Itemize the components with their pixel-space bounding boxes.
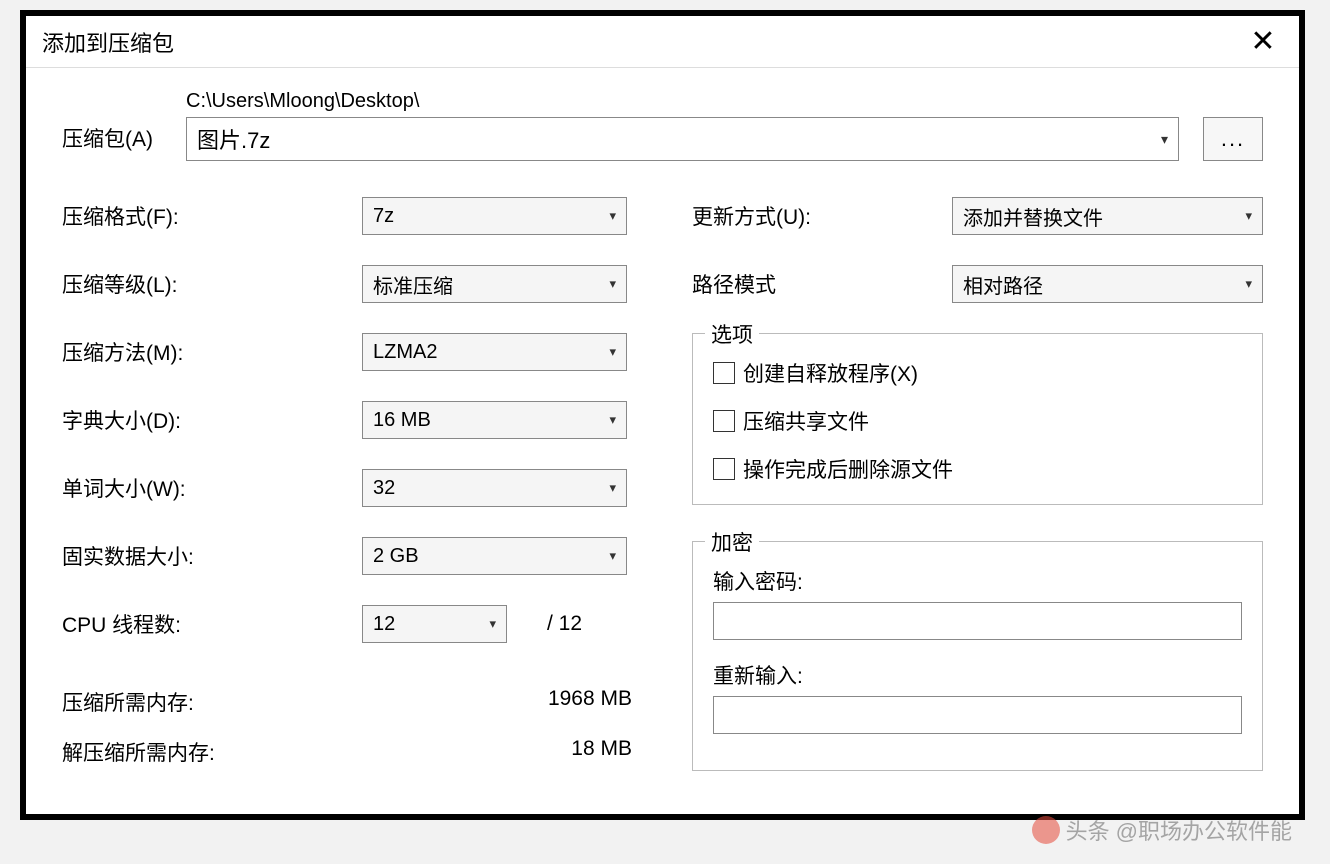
watermark: 头条 @职场办公软件能 — [1032, 814, 1292, 846]
chevron-down-icon: ▾ — [609, 480, 616, 496]
cpu-total: / 12 — [547, 612, 582, 636]
archive-label: 压缩包(A) — [62, 123, 172, 161]
chevron-down-icon: ▾ — [1245, 276, 1252, 292]
checkbox-icon[interactable] — [713, 458, 735, 480]
label-sfx: 创建自释放程序(X) — [743, 358, 918, 388]
chevron-down-icon: ▾ — [1161, 131, 1168, 148]
row-update: 更新方式(U): 添加并替换文件 ▾ — [692, 197, 1263, 235]
label-confirm: 重新输入: — [713, 660, 1242, 690]
chevron-down-icon: ▾ — [609, 276, 616, 292]
label-format: 压缩格式(F): — [62, 201, 362, 231]
dialog-content: 压缩包(A) C:\Users\Mloong\Desktop\ 图片.7z ▾ … — [26, 68, 1299, 813]
select-method[interactable]: LZMA2 ▾ — [362, 333, 627, 371]
group-encrypt: 加密 输入密码: 重新输入: — [692, 541, 1263, 771]
chevron-down-icon: ▾ — [609, 344, 616, 360]
close-icon[interactable]: ✕ — [1243, 24, 1283, 59]
chevron-down-icon: ▾ — [1245, 208, 1252, 224]
label-level: 压缩等级(L): — [62, 269, 362, 299]
watermark-prefix: 头条 — [1066, 814, 1110, 846]
archive-column: C:\Users\Mloong\Desktop\ 图片.7z ▾ — [186, 90, 1179, 161]
label-solid: 固实数据大小: — [62, 541, 362, 571]
label-cpu: CPU 线程数: — [62, 609, 362, 639]
chevron-down-icon: ▾ — [609, 208, 616, 224]
title-bar: 添加到压缩包 ✕ — [26, 16, 1299, 68]
archive-filename: 图片.7z — [197, 123, 1161, 155]
row-mem-compress: 压缩所需内存: 1968 MB — [62, 687, 642, 717]
row-cpu: CPU 线程数: 12 ▾ / 12 — [62, 605, 642, 643]
dialog-window: 添加到压缩包 ✕ 压缩包(A) C:\Users\Mloong\Desktop\… — [20, 10, 1305, 820]
password-input[interactable] — [713, 602, 1242, 640]
label-password: 输入密码: — [713, 566, 1242, 596]
label-mem-compress: 压缩所需内存: — [62, 687, 194, 717]
select-solid[interactable]: 2 GB ▾ — [362, 537, 627, 575]
select-pathmode[interactable]: 相对路径 ▾ — [952, 265, 1263, 303]
row-pathmode: 路径模式 相对路径 ▾ — [692, 265, 1263, 303]
group-options: 选项 创建自释放程序(X) 压缩共享文件 操作完成后删除源文件 — [692, 333, 1263, 505]
check-shared[interactable]: 压缩共享文件 — [713, 406, 1242, 436]
left-column: 压缩格式(F): 7z ▾ 压缩等级(L): 标准压缩 ▾ 压缩方法(M): — [62, 197, 642, 787]
chevron-down-icon: ▾ — [609, 412, 616, 428]
row-mem-decompress: 解压缩所需内存: 18 MB — [62, 737, 642, 767]
archive-path: C:\Users\Mloong\Desktop\ — [186, 90, 1179, 113]
row-word: 单词大小(W): 32 ▾ — [62, 469, 642, 507]
browse-button[interactable]: ... — [1203, 117, 1263, 161]
label-method: 压缩方法(M): — [62, 337, 362, 367]
legend-options: 选项 — [705, 319, 759, 349]
columns: 压缩格式(F): 7z ▾ 压缩等级(L): 标准压缩 ▾ 压缩方法(M): — [62, 197, 1263, 787]
checkbox-icon[interactable] — [713, 362, 735, 384]
row-format: 压缩格式(F): 7z ▾ — [62, 197, 642, 235]
chevron-down-icon: ▾ — [609, 548, 616, 564]
row-dict: 字典大小(D): 16 MB ▾ — [62, 401, 642, 439]
label-delete-after: 操作完成后删除源文件 — [743, 454, 953, 484]
watermark-text: @职场办公软件能 — [1116, 814, 1292, 846]
select-format[interactable]: 7z ▾ — [362, 197, 627, 235]
archive-filename-dropdown[interactable]: 图片.7z ▾ — [186, 117, 1179, 161]
select-level[interactable]: 标准压缩 ▾ — [362, 265, 627, 303]
select-word[interactable]: 32 ▾ — [362, 469, 627, 507]
chevron-down-icon: ▾ — [489, 616, 496, 632]
confirm-password-input[interactable] — [713, 696, 1242, 734]
row-solid: 固实数据大小: 2 GB ▾ — [62, 537, 642, 575]
label-update: 更新方式(U): — [692, 201, 952, 231]
check-delete-after[interactable]: 操作完成后删除源文件 — [713, 454, 1242, 484]
select-dict[interactable]: 16 MB ▾ — [362, 401, 627, 439]
value-mem-decompress: 18 MB — [571, 737, 632, 767]
row-level: 压缩等级(L): 标准压缩 ▾ — [62, 265, 642, 303]
select-update[interactable]: 添加并替换文件 ▾ — [952, 197, 1263, 235]
check-sfx[interactable]: 创建自释放程序(X) — [713, 358, 1242, 388]
archive-row: 压缩包(A) C:\Users\Mloong\Desktop\ 图片.7z ▾ … — [62, 90, 1263, 161]
label-shared: 压缩共享文件 — [743, 406, 869, 436]
right-column: 更新方式(U): 添加并替换文件 ▾ 路径模式 相对路径 ▾ 选项 — [692, 197, 1263, 787]
watermark-icon — [1032, 816, 1060, 844]
value-mem-compress: 1968 MB — [548, 687, 632, 717]
row-method: 压缩方法(M): LZMA2 ▾ — [62, 333, 642, 371]
label-dict: 字典大小(D): — [62, 405, 362, 435]
label-word: 单词大小(W): — [62, 473, 362, 503]
browse-label: ... — [1221, 126, 1245, 152]
label-pathmode: 路径模式 — [692, 269, 952, 299]
label-mem-decompress: 解压缩所需内存: — [62, 737, 215, 767]
legend-encrypt: 加密 — [705, 527, 759, 557]
select-cpu[interactable]: 12 ▾ — [362, 605, 507, 643]
window-title: 添加到压缩包 — [42, 26, 174, 58]
checkbox-icon[interactable] — [713, 410, 735, 432]
